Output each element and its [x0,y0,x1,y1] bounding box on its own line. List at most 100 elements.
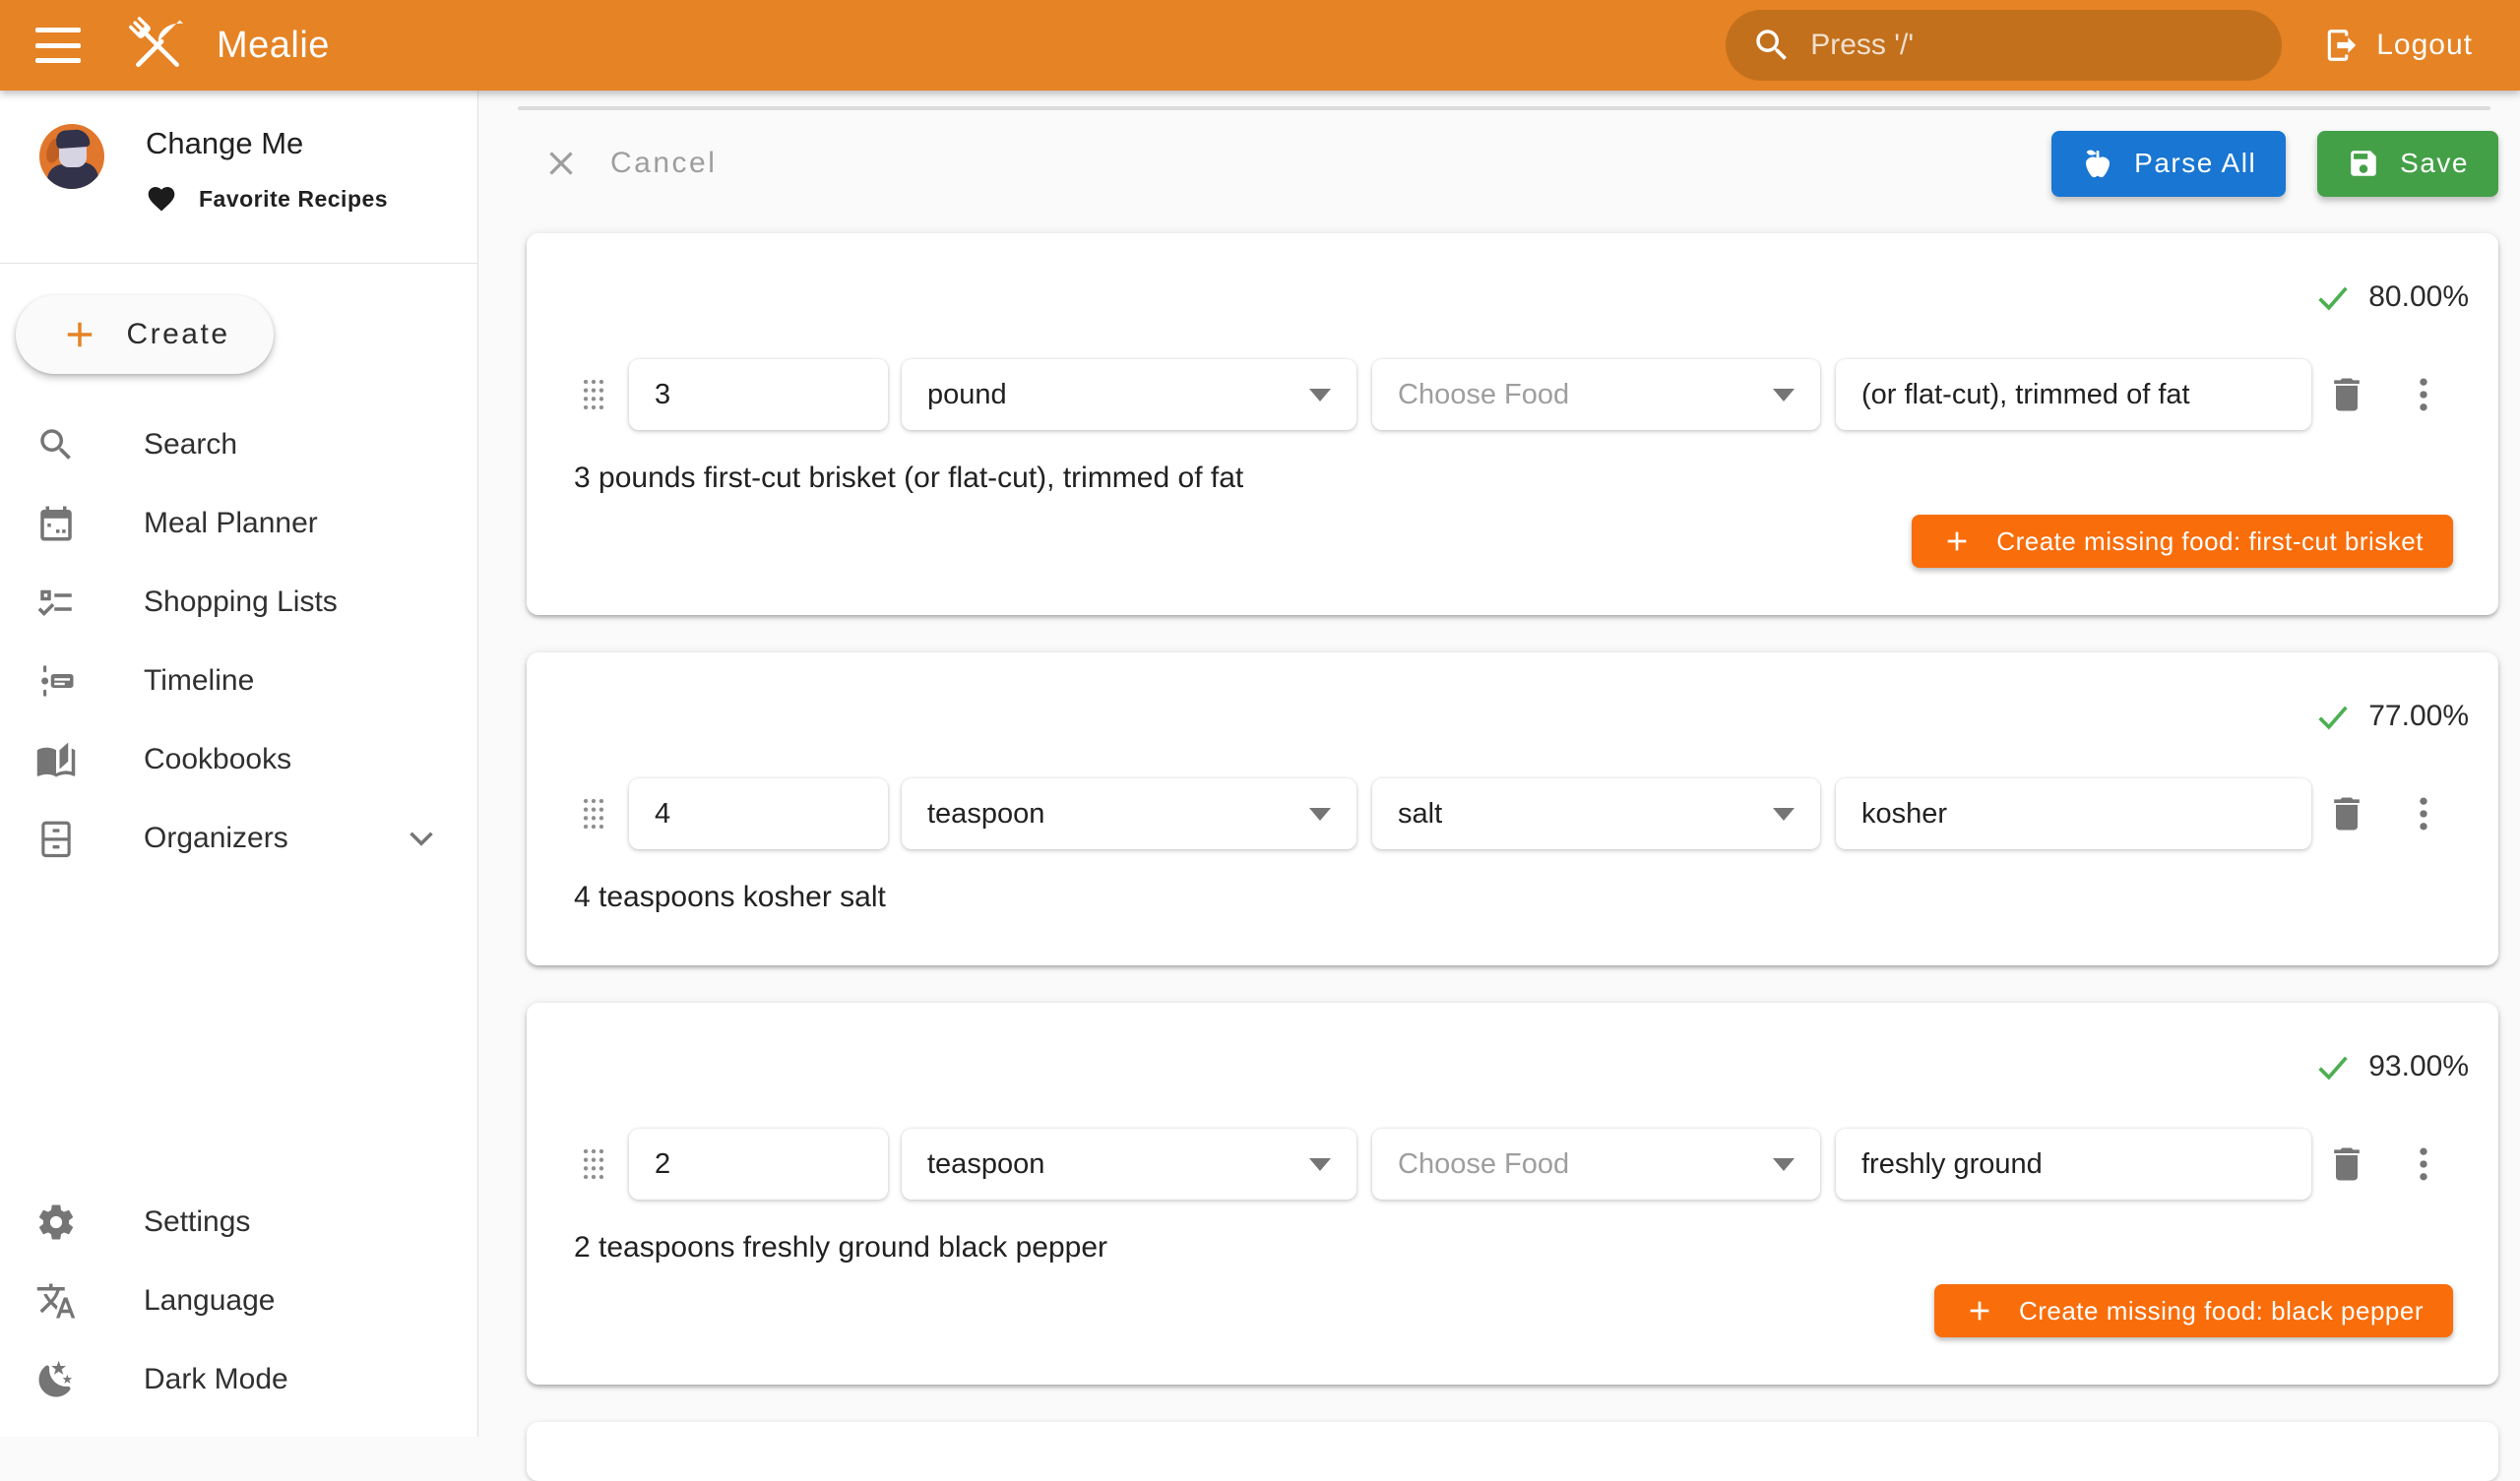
calendar-icon [35,503,77,544]
nav-label: Meal Planner [144,507,318,540]
check-icon [2313,1047,2353,1086]
unit-value: teaspoon [927,798,1297,831]
cancel-button[interactable]: Cancel [543,146,717,181]
search-placeholder: Press '/' [1810,29,1914,62]
note-field[interactable] [1836,359,2311,430]
mealie-logo-icon [120,8,195,83]
checklist-icon [35,582,77,623]
create-missing-food-button[interactable]: Create missing food: black pepper [1934,1284,2453,1337]
save-label: Save [2400,148,2469,179]
sidebar-nav: Search Meal Planner Shopping Lists Timel… [0,405,477,878]
drag-handle-icon[interactable] [574,365,613,424]
nav-label: Cookbooks [144,743,291,776]
kebab-menu-icon[interactable] [2402,792,2445,835]
nav-label: Timeline [144,664,254,698]
sidebar-item-settings[interactable]: Settings [0,1183,477,1262]
dropdown-caret-icon [1309,808,1331,821]
dropdown-caret-icon [1773,1158,1795,1171]
sidebar-footer-nav: Settings Language Dark Mode [0,1183,477,1419]
app-title: Mealie [217,25,330,67]
logout-button[interactable]: Logout [2309,10,2487,81]
sidebar-item-shopping-lists[interactable]: Shopping Lists [0,563,477,642]
confidence-value: 93.00% [2368,1050,2469,1083]
confidence-row: 93.00% [574,1048,2471,1085]
unit-select[interactable]: pound [902,359,1356,430]
unit-value: teaspoon [927,1148,1297,1181]
food-value: salt [1398,798,1761,831]
search-icon [35,424,77,465]
delete-icon[interactable] [2325,373,2368,416]
unit-select[interactable]: teaspoon [902,778,1356,849]
plus-icon [1964,1295,1995,1327]
sidebar-item-language[interactable]: Language [0,1262,477,1340]
moon-stars-icon [35,1359,77,1400]
food-placeholder: Choose Food [1398,1148,1761,1181]
nav-label: Settings [144,1205,250,1239]
ingredient-card: 80.00% pound Choose Food [527,233,2498,615]
food-select[interactable]: Choose Food [1372,359,1820,430]
sidebar-item-dark-mode[interactable]: Dark Mode [0,1340,477,1419]
drag-handle-icon[interactable] [574,1135,613,1194]
parser-toolbar: Cancel Parse All Save [478,130,2498,197]
chevron-down-icon [401,818,442,859]
create-missing-food-label: Create missing food: first-cut brisket [1996,526,2424,557]
delete-icon[interactable] [2325,792,2368,835]
note-field[interactable] [1836,778,2311,849]
create-missing-food-label: Create missing food: black pepper [2019,1296,2424,1327]
dropdown-caret-icon [1309,1158,1331,1171]
confidence-value: 80.00% [2368,280,2469,314]
ingredient-fields-row: teaspoon salt [574,778,2471,849]
nav-label: Search [144,428,237,462]
unit-value: pound [927,379,1297,411]
unit-select[interactable]: teaspoon [902,1129,1356,1200]
quantity-field[interactable] [629,778,888,849]
create-missing-food-button[interactable]: Create missing food: first-cut brisket [1912,515,2453,568]
quantity-field[interactable] [629,359,888,430]
favorites-label: Favorite Recipes [199,186,388,213]
drag-handle-icon[interactable] [574,784,613,843]
favorite-recipes-link[interactable]: Favorite Recipes [146,183,388,215]
sidebar-item-cookbooks[interactable]: Cookbooks [0,720,477,799]
sidebar-item-organizers[interactable]: Organizers [0,799,477,878]
dropdown-caret-icon [1773,808,1795,821]
ingredient-card-partial [527,1422,2498,1481]
quantity-field[interactable] [629,1129,888,1200]
translate-icon [35,1280,77,1322]
sidebar-divider [0,263,477,264]
sidebar-item-meal-planner[interactable]: Meal Planner [0,484,477,563]
cancel-label: Cancel [610,147,717,180]
nav-label: Organizers [144,822,288,855]
user-block[interactable]: Change Me Favorite Recipes [0,91,477,233]
search-input[interactable]: Press '/' [1726,10,2282,81]
parse-all-button[interactable]: Parse All [2051,131,2286,197]
app-header: Mealie Press '/' Logout [0,0,2520,91]
dropdown-caret-icon [1309,389,1331,401]
ingredient-card: 77.00% teaspoon salt [527,652,2498,965]
food-select[interactable]: Choose Food [1372,1129,1820,1200]
create-button[interactable]: Create [16,295,274,374]
original-ingredient-text: 2 teaspoons freshly ground black pepper [574,1227,2471,1268]
ingredient-fields-row: pound Choose Food [574,359,2471,430]
check-icon [2313,278,2353,317]
food-select[interactable]: salt [1372,778,1820,849]
save-icon [2347,147,2380,180]
file-cabinet-icon [35,818,77,859]
kebab-menu-icon[interactable] [2402,373,2445,416]
save-button[interactable]: Save [2317,131,2498,197]
menu-icon[interactable] [35,28,81,63]
logout-label: Logout [2376,29,2473,62]
kebab-menu-icon[interactable] [2402,1142,2445,1186]
check-icon [2313,697,2353,736]
sidebar-item-search[interactable]: Search [0,405,477,484]
sidebar: Change Me Favorite Recipes Create Search [0,91,478,1437]
confidence-row: 77.00% [574,698,2471,735]
parse-all-label: Parse All [2134,148,2256,179]
note-field[interactable] [1836,1129,2311,1200]
avatar [39,124,104,189]
plus-icon [59,314,100,355]
create-label: Create [126,318,229,351]
sidebar-item-timeline[interactable]: Timeline [0,642,477,720]
delete-icon[interactable] [2325,1142,2368,1186]
heart-icon [146,183,177,215]
logout-icon [2323,27,2361,64]
